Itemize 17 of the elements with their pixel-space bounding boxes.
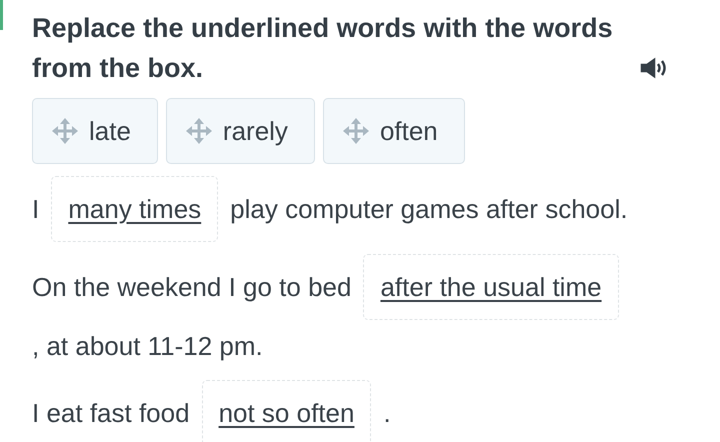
drop-zone[interactable]: after the usual time [363, 254, 619, 320]
sentence-text: . [383, 397, 391, 430]
move-icon [51, 117, 79, 145]
sentence-text: I eat fast food [32, 397, 190, 430]
word-chip[interactable]: often [322, 98, 465, 164]
accent-bar [0, 0, 3, 30]
word-chip[interactable]: rarely [166, 98, 315, 164]
sentence-text: I [32, 193, 40, 226]
drop-zone[interactable]: many times [51, 176, 218, 242]
sentence-text: play computer games after school. [230, 193, 628, 226]
drop-zone[interactable]: not so often [202, 380, 372, 442]
instruction-text: Replace the underlined words with the words from the box. [32, 12, 614, 85]
sentence-text: , at about 11-12 pm. [32, 330, 263, 363]
move-icon [184, 117, 213, 145]
move-icon [342, 117, 370, 145]
sentence-text: On the weekend I go to bed [32, 271, 352, 304]
word-chip[interactable]: late [32, 98, 158, 164]
